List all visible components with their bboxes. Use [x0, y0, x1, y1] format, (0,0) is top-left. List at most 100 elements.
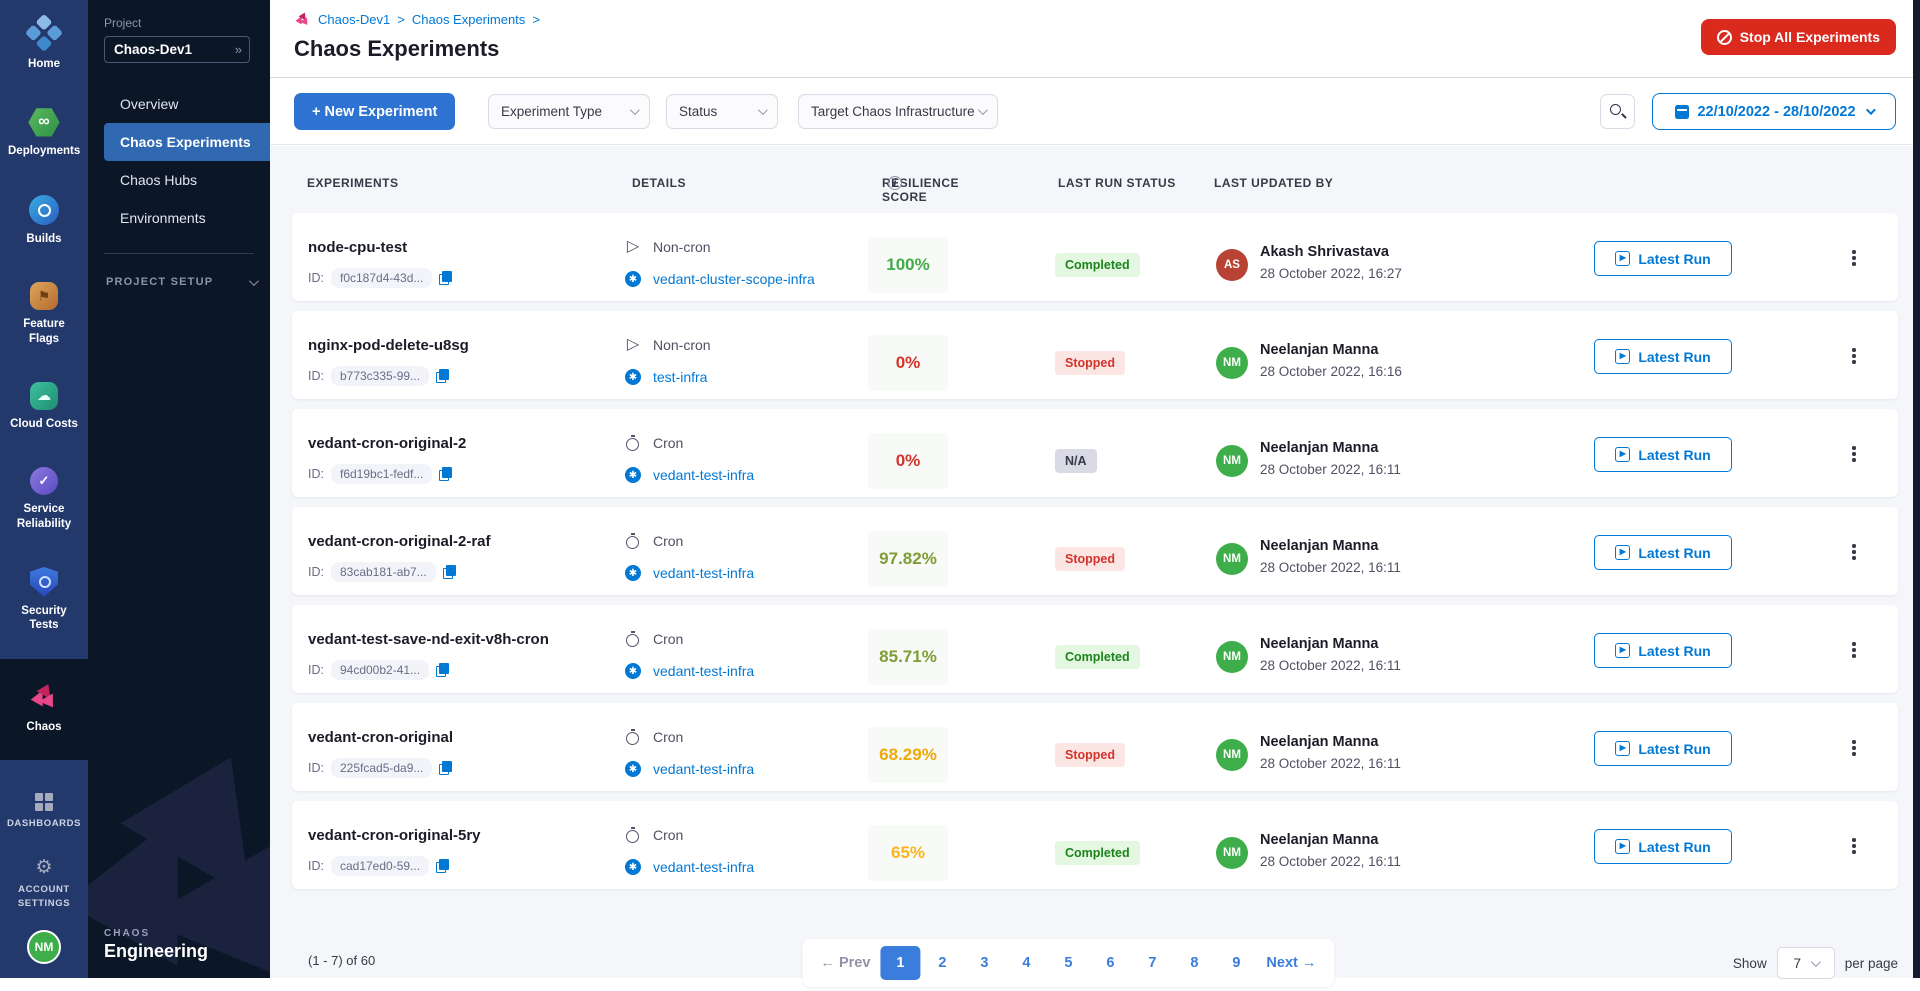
page-button-1[interactable]: 1 — [880, 946, 920, 980]
page-button-3[interactable]: 3 — [964, 946, 1004, 980]
page-button-5[interactable]: 5 — [1048, 946, 1088, 980]
rail-item-deployments[interactable]: ∞Deployments — [0, 97, 88, 168]
new-experiment-button[interactable]: + New Experiment — [294, 93, 455, 130]
rail-item-chaos[interactable]: Chaos — [0, 659, 88, 760]
row-menu-button[interactable] — [1843, 247, 1865, 269]
page-button-9[interactable]: 9 — [1216, 946, 1256, 980]
sidebar-item-account-settings[interactable]: ⚙ ACCOUNT SETTINGS — [0, 848, 88, 920]
copy-icon[interactable] — [436, 859, 449, 873]
nav-item-chaos-experiments[interactable]: Chaos Experiments — [104, 123, 270, 161]
experiment-row: nginx-pod-delete-u8sgID:b773c335-99...▷N… — [292, 311, 1898, 399]
user-avatar: AS — [1216, 249, 1248, 281]
row-menu-button[interactable] — [1843, 443, 1865, 465]
copy-icon[interactable] — [436, 369, 449, 383]
run-play-icon: ▶ — [1615, 643, 1630, 658]
security-tests-icon — [30, 567, 58, 597]
run-play-icon: ▶ — [1615, 349, 1630, 364]
experiment-id: f0c187d4-43d... — [331, 268, 432, 288]
experiment-name[interactable]: node-cpu-test — [308, 239, 407, 256]
chevron-down-icon — [249, 276, 259, 286]
page-button-8[interactable]: 8 — [1174, 946, 1214, 980]
experiment-name[interactable]: nginx-pod-delete-u8sg — [308, 337, 469, 354]
experiment-name[interactable]: vedant-cron-original-5ry — [308, 827, 481, 844]
nav-item-environments[interactable]: Environments — [104, 199, 270, 237]
kubernetes-infra-icon: ✱ — [625, 761, 641, 777]
project-label: Project — [104, 16, 270, 30]
experiment-id-row: ID:f0c187d4-43d... — [308, 268, 452, 288]
search-button[interactable] — [1600, 94, 1635, 129]
copy-icon[interactable] — [439, 467, 452, 481]
date-range-picker[interactable]: 22/10/2022 - 28/10/2022 — [1652, 93, 1896, 130]
copy-icon[interactable] — [436, 663, 449, 677]
latest-run-button[interactable]: ▶Latest Run — [1594, 731, 1732, 766]
filter-experiment-type[interactable]: Experiment Type — [488, 94, 650, 129]
last-updated-by-name: Akash Shrivastava — [1260, 244, 1389, 260]
toolbar: + New Experiment Experiment Type Status Ta… — [270, 78, 1920, 145]
last-updated-date: 28 October 2022, 16:11 — [1260, 756, 1401, 771]
experiment-id: b773c335-99... — [331, 366, 429, 386]
row-menu-button[interactable] — [1843, 345, 1865, 367]
copy-icon[interactable] — [439, 271, 452, 285]
sidebar-item-dashboards[interactable]: DASHBOARDS — [0, 783, 88, 840]
infrastructure-link[interactable]: vedant-test-infra — [653, 467, 754, 483]
next-page-button[interactable]: Next → — [1258, 946, 1324, 980]
kubernetes-infra-icon: ✱ — [625, 565, 641, 581]
rail-item-cloud-costs[interactable]: ☁Cloud Costs — [0, 372, 88, 441]
experiment-name[interactable]: vedant-test-save-nd-exit-v8h-cron — [308, 631, 549, 648]
user-avatar: NM — [1216, 543, 1248, 575]
copy-icon[interactable] — [443, 565, 456, 579]
row-menu-button[interactable] — [1843, 639, 1865, 661]
rail-item-security-tests[interactable]: Security Tests — [0, 557, 88, 643]
schedule-label: Cron — [653, 533, 683, 549]
infrastructure-link[interactable]: vedant-test-infra — [653, 859, 754, 875]
rail-item-builds[interactable]: Builds — [0, 185, 88, 256]
schedule-type: Cron — [625, 435, 683, 451]
latest-run-button[interactable]: ▶Latest Run — [1594, 535, 1732, 570]
nav-item-overview[interactable]: Overview — [104, 85, 270, 123]
page-button-4[interactable]: 4 — [1006, 946, 1046, 980]
infrastructure-link[interactable]: vedant-cluster-scope-infra — [653, 271, 815, 287]
rail-item-feature-flags[interactable]: ⚑Feature Flags — [0, 272, 88, 356]
last-run-status-badge: Stopped — [1055, 547, 1125, 571]
last-run-status-badge: N/A — [1055, 449, 1097, 473]
latest-run-button[interactable]: ▶Latest Run — [1594, 437, 1732, 472]
resilience-score: 0% — [868, 335, 948, 391]
experiment-name[interactable]: vedant-cron-original — [308, 729, 453, 746]
latest-run-button[interactable]: ▶Latest Run — [1594, 829, 1732, 864]
info-icon[interactable]: i — [888, 176, 902, 190]
experiment-name[interactable]: vedant-cron-original-2 — [308, 435, 466, 452]
nav-item-chaos-hubs[interactable]: Chaos Hubs — [104, 161, 270, 199]
latest-run-button[interactable]: ▶Latest Run — [1594, 339, 1732, 374]
infrastructure-link[interactable]: test-infra — [653, 369, 707, 385]
last-updated-date: 28 October 2022, 16:11 — [1260, 854, 1401, 869]
project-selector[interactable]: Chaos-Dev1 » — [104, 36, 250, 63]
page-button-7[interactable]: 7 — [1132, 946, 1172, 980]
per-page-select[interactable]: 7 — [1777, 947, 1835, 979]
rail-item-service-reliability[interactable]: ✓Service Reliability — [0, 457, 88, 541]
infrastructure-link[interactable]: vedant-test-infra — [653, 565, 754, 581]
experiment-name[interactable]: vedant-cron-original-2-raf — [308, 533, 491, 550]
scrollbar[interactable] — [1913, 0, 1920, 978]
infrastructure-link[interactable]: vedant-test-infra — [653, 761, 754, 777]
project-setup-toggle[interactable]: PROJECT SETUP — [106, 276, 256, 288]
latest-run-button[interactable]: ▶Latest Run — [1594, 241, 1732, 276]
row-menu-button[interactable] — [1843, 541, 1865, 563]
rail-item-home[interactable]: Home — [0, 10, 88, 81]
prev-page-button[interactable]: ← Prev — [812, 946, 878, 980]
expand-projects-icon[interactable]: » — [235, 42, 241, 57]
experiment-row: vedant-cron-originalID:225fcad5-da9...Cr… — [292, 703, 1898, 791]
row-menu-button[interactable] — [1843, 835, 1865, 857]
row-menu-button[interactable] — [1843, 737, 1865, 759]
filter-target-chaos-infrastructure[interactable]: Target Chaos Infrastructure — [798, 94, 998, 129]
page-button-6[interactable]: 6 — [1090, 946, 1130, 980]
latest-run-button[interactable]: ▶Latest Run — [1594, 633, 1732, 668]
infrastructure-link[interactable]: vedant-test-infra — [653, 663, 754, 679]
breadcrumb-project-link[interactable]: Chaos-Dev1 — [318, 12, 390, 27]
stop-all-experiments-button[interactable]: Stop All Experiments — [1701, 19, 1896, 55]
page-button-2[interactable]: 2 — [922, 946, 962, 980]
copy-icon[interactable] — [439, 761, 452, 775]
resilience-score: 68.29% — [868, 727, 948, 783]
user-avatar[interactable]: NM — [27, 930, 61, 964]
filter-status[interactable]: Status — [666, 94, 778, 129]
breadcrumb-page-link[interactable]: Chaos Experiments — [412, 12, 525, 27]
